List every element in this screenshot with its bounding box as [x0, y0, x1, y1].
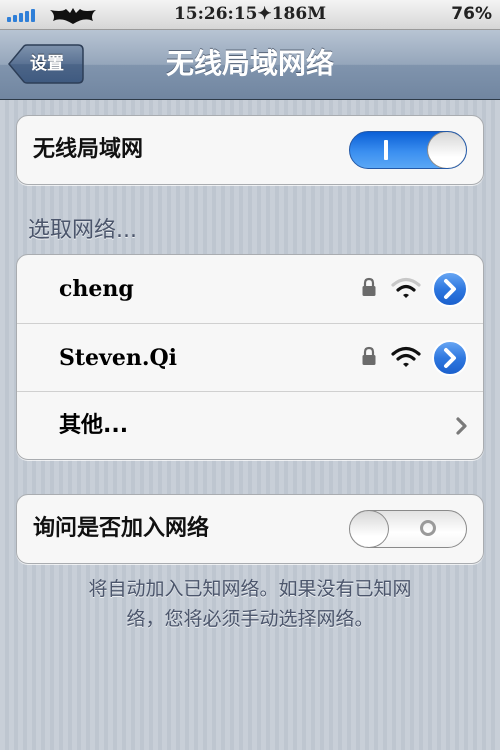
- detail-disclosure-icon[interactable]: [431, 339, 469, 377]
- status-bar: 15:26:15✦186M 76%: [0, 0, 500, 30]
- ask-join-switch[interactable]: [349, 510, 467, 548]
- battery-percentage: 76%: [451, 4, 492, 24]
- wifi-toggle-label: 无线局域网: [33, 137, 144, 162]
- lock-icon: [362, 346, 376, 365]
- network-name: cheng: [59, 276, 134, 302]
- detail-disclosure-icon[interactable]: [431, 270, 469, 308]
- switch-knob[interactable]: [427, 132, 466, 168]
- ask-join-row: 询问是否加入网络: [17, 495, 483, 563]
- navigation-bar: 设置 无线局域网络: [0, 30, 500, 100]
- switch-on-mark: [384, 140, 388, 160]
- status-time: 15:26:15✦186M: [173, 4, 327, 24]
- footer-explanation: 将自动加入已知网络。如果没有已知网 络，您将必须手动选择网络。: [40, 574, 460, 634]
- wifi-signal-weak-icon: [391, 277, 421, 298]
- network-row[interactable]: cheng: [17, 255, 483, 323]
- lock-icon: [362, 277, 376, 296]
- wifi-toggle-row: 无线局域网: [17, 116, 483, 184]
- switch-off-mark: [420, 520, 436, 536]
- ask-join-group: 询问是否加入网络: [16, 494, 484, 564]
- wifi-toggle-group: 无线局域网: [16, 115, 484, 185]
- footer-line: 将自动加入已知网络。如果没有已知网: [88, 578, 412, 600]
- network-list: cheng Steven.Qi 其他...: [16, 254, 484, 460]
- other-network-label: 其他...: [59, 413, 129, 438]
- chevron-right-icon: [456, 417, 467, 435]
- ask-join-label: 询问是否加入网络: [33, 516, 210, 541]
- footer-line: 络，您将必须手动选择网络。: [126, 608, 374, 630]
- other-network-row[interactable]: 其他...: [17, 391, 483, 459]
- wifi-signal-strong-icon: [391, 346, 421, 367]
- section-header-choose-network: 选取网络...: [28, 218, 137, 243]
- page-title: 无线局域网络: [165, 47, 334, 80]
- network-name: Steven.Qi: [59, 345, 178, 371]
- switch-knob[interactable]: [350, 511, 389, 547]
- network-row[interactable]: Steven.Qi: [17, 323, 483, 391]
- wifi-switch[interactable]: [349, 131, 467, 169]
